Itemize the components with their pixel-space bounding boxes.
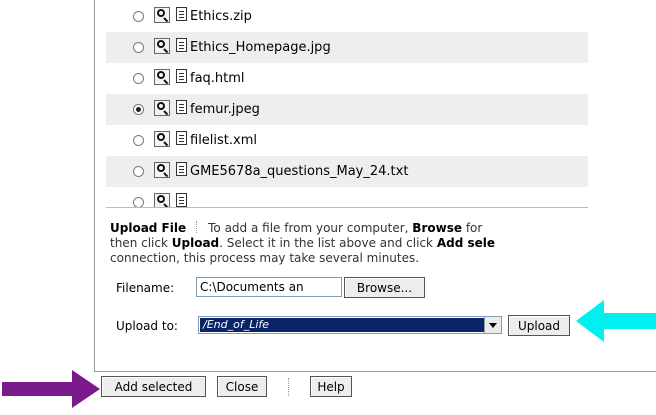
filename-label: Filename:: [116, 281, 175, 295]
filename-field[interactable]: C:\Documents an: [196, 277, 342, 297]
file-name: Ethics.zip: [190, 9, 252, 24]
magnifier-icon[interactable]: [154, 69, 170, 85]
separator: [196, 221, 198, 233]
document-icon: [176, 100, 187, 114]
file-name: filelist.xml: [190, 133, 257, 148]
browse-button[interactable]: Browse...: [344, 277, 425, 298]
cyan-arrow-shape: [576, 300, 656, 342]
add-selected-button[interactable]: Add selected: [101, 376, 206, 397]
document-icon: [176, 7, 187, 21]
purple-arrow-shape: [2, 370, 100, 408]
document-icon: [176, 162, 187, 176]
list-item[interactable]: Ethics.zip: [106, 1, 588, 32]
file-radio[interactable]: [133, 197, 144, 207]
instruction-text: then click: [110, 236, 168, 250]
purple-arrow-icon: [2, 370, 100, 408]
upload-instructions: Upload File To add a file from your compu…: [110, 221, 596, 266]
instruction-text: connection, this process may take severa…: [110, 251, 420, 265]
file-radio[interactable]: [133, 11, 144, 22]
selected-folder: /End_of_Life: [200, 318, 484, 332]
file-name: Ethics_Homepage.jpg: [190, 40, 331, 55]
file-radio[interactable]: [133, 166, 144, 177]
document-icon: [176, 193, 187, 207]
list-item[interactable]: GME5678a_questions_May_24.txt: [106, 156, 588, 187]
instruction-text: To add a file from your computer,: [208, 221, 409, 235]
file-name: femur.jpeg: [190, 102, 260, 117]
document-icon: [176, 69, 187, 83]
file-radio[interactable]: [133, 104, 144, 115]
cyan-arrow-icon: [576, 300, 656, 342]
upload-button[interactable]: Upload: [508, 315, 570, 336]
file-name: GME5678a_questions_May_24.txt: [190, 164, 409, 179]
instruction-text: for: [465, 221, 483, 235]
help-button[interactable]: Help: [310, 376, 352, 397]
instruction-bold: Browse: [412, 221, 462, 235]
list-item[interactable]: filelist.xml: [106, 125, 588, 156]
upload-folder-select[interactable]: /End_of_Life: [198, 316, 502, 334]
magnifier-icon[interactable]: [154, 131, 170, 147]
list-item[interactable]: femur.jpeg: [106, 94, 588, 125]
instruction-bold: Upload: [171, 236, 220, 250]
magnifier-icon[interactable]: [154, 193, 170, 207]
file-radio[interactable]: [133, 42, 144, 53]
file-radio[interactable]: [133, 135, 144, 146]
chevron-down-icon[interactable]: [484, 317, 501, 333]
close-button[interactable]: Close: [217, 376, 267, 397]
magnifier-icon[interactable]: [154, 38, 170, 54]
file-radio[interactable]: [133, 73, 144, 84]
magnifier-icon[interactable]: [154, 100, 170, 116]
document-icon: [176, 38, 187, 52]
magnifier-icon[interactable]: [154, 7, 170, 23]
file-list: Ethics.zip Ethics_Homepage.jpg faq.html …: [106, 0, 588, 207]
separator: [288, 378, 290, 396]
magnifier-icon[interactable]: [154, 162, 170, 178]
upload-to-label: Upload to:: [116, 319, 178, 333]
file-name: faq.html: [190, 71, 245, 86]
instruction-text: . Select it in the list above and click: [219, 236, 433, 250]
list-item[interactable]: faq.html: [106, 63, 588, 94]
upload-heading: Upload File: [110, 221, 187, 235]
list-item[interactable]: Ethics_Homepage.jpg: [106, 32, 588, 63]
list-item[interactable]: [106, 187, 588, 207]
document-icon: [176, 131, 187, 145]
instruction-bold: Add sele: [436, 236, 496, 250]
